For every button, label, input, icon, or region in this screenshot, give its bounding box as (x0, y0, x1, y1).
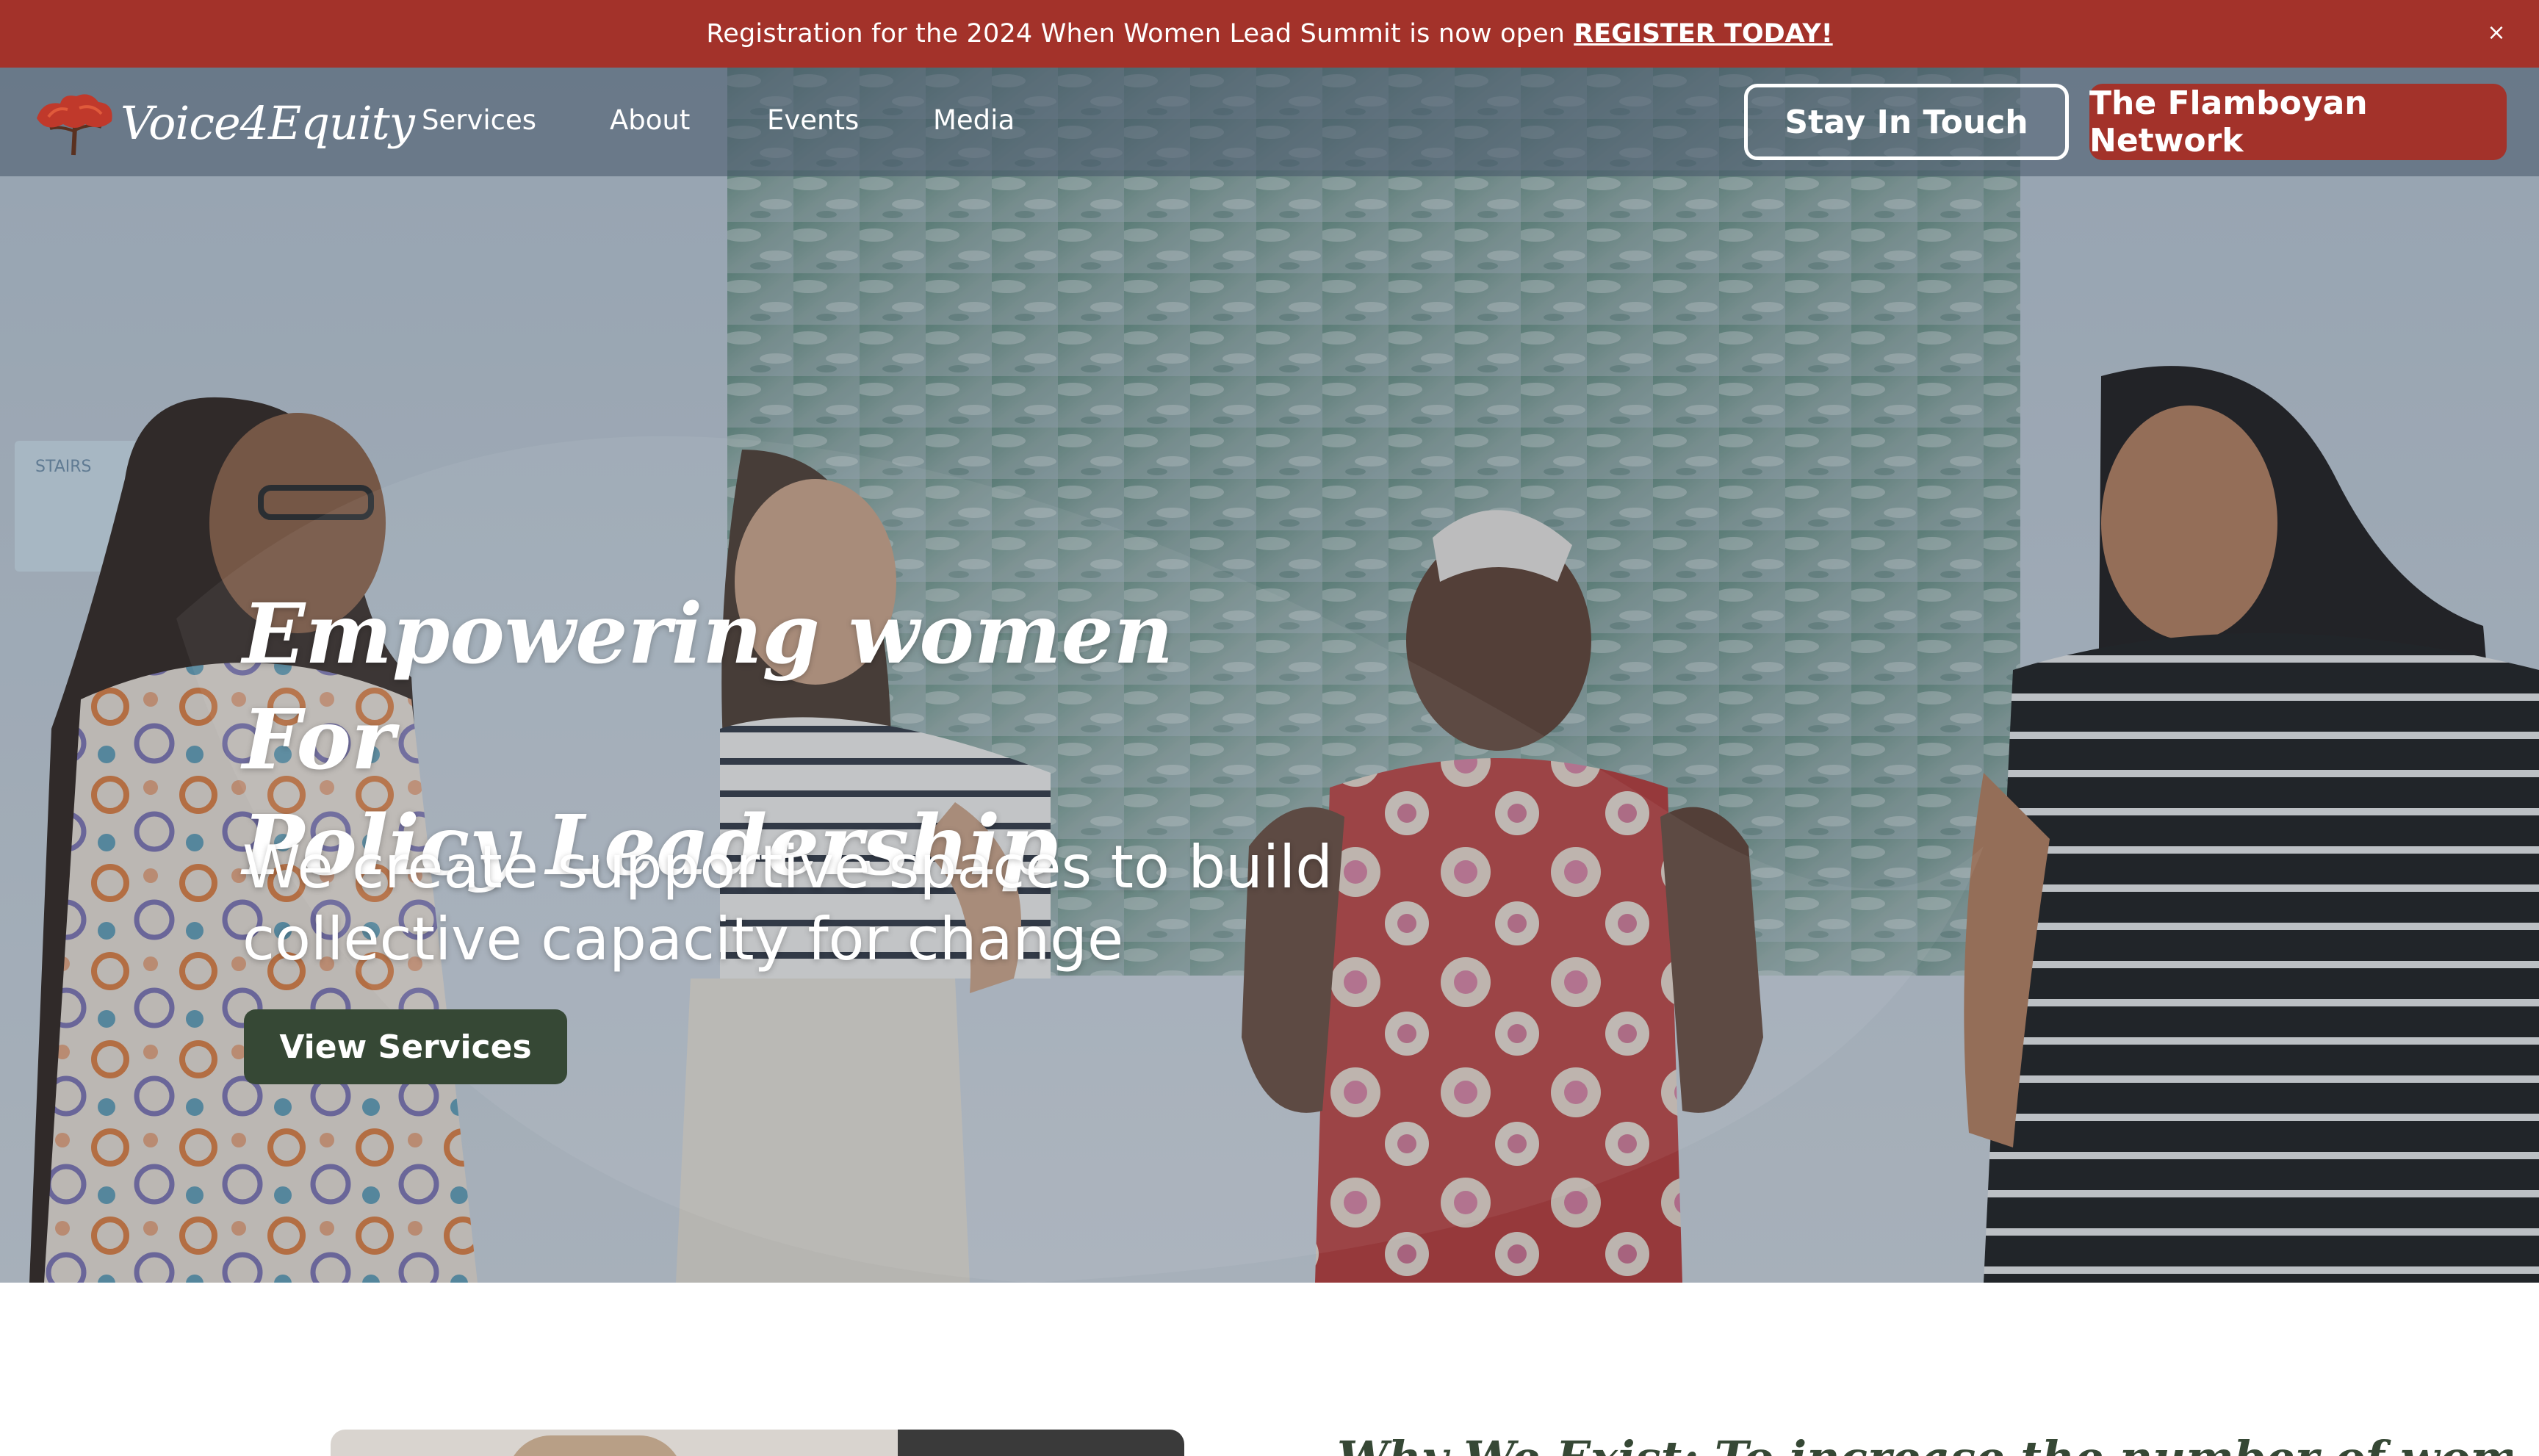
flamboyan-network-button[interactable]: The Flamboyan Network (2089, 84, 2507, 160)
hero-subtitle-line-2: collective capacity for change (242, 905, 1124, 973)
register-today-link[interactable]: REGISTER TODAY! (1574, 19, 1832, 48)
why-we-exist-photo (331, 1430, 1184, 1456)
photo-background (898, 1430, 1184, 1456)
close-icon[interactable]: × (2480, 16, 2513, 48)
nav-link-events[interactable]: Events (767, 104, 859, 136)
hero-section: STAIRS Voice4Equity Services About Event… (0, 68, 2539, 1283)
photo-person (507, 1435, 683, 1456)
nav-link-media[interactable]: Media (933, 104, 1015, 136)
announcement-bar: Registration for the 2024 When Women Lea… (0, 0, 2539, 68)
logo-text: Voice4Equity (120, 95, 415, 150)
nav-link-about[interactable]: About (610, 104, 690, 136)
voice4equity-logo[interactable]: Voice4Equity (31, 82, 415, 163)
announcement-message: Registration for the 2024 When Women Lea… (706, 19, 1566, 48)
stay-in-touch-button[interactable]: Stay In Touch (1744, 84, 2069, 160)
hero-subtitle: We create supportive spaces to build col… (242, 832, 1344, 976)
hero-subtitle-line-1: We create supportive spaces to build (242, 833, 1333, 901)
view-services-button[interactable]: View Services (244, 1009, 567, 1084)
flamboyan-tree-icon (37, 94, 112, 156)
nav-link-services[interactable]: Services (422, 104, 536, 136)
main-nav: Voice4Equity Services About Events Media… (0, 68, 2539, 176)
hero-title-line-1: Empowering women For (242, 586, 1174, 788)
why-we-exist-heading: Why We Exist: To increase the number of … (1337, 1425, 2513, 1456)
